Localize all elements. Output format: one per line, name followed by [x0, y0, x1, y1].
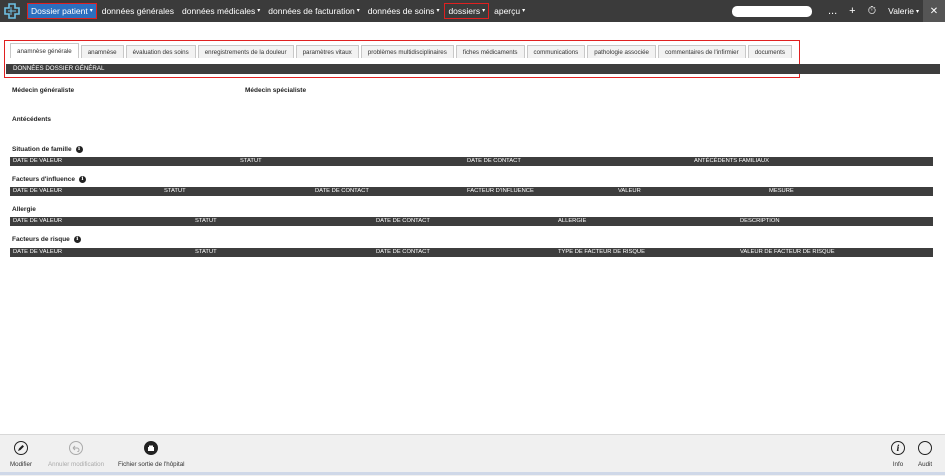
- menu-label: données générales: [101, 6, 175, 16]
- column-header[interactable]: STATUT: [164, 187, 186, 196]
- cancel-modification-button[interactable]: Annuler modification: [48, 441, 104, 468]
- pencil-icon: [14, 441, 28, 455]
- tab-pathologie-associee[interactable]: pathologie associée: [587, 45, 656, 58]
- main-menu: Dossier patient ▾ données générales donn…: [27, 0, 530, 22]
- gp-label: Médecin généraliste: [12, 87, 75, 94]
- close-icon[interactable]: ✕: [923, 0, 945, 22]
- column-header[interactable]: STATUT: [195, 248, 217, 257]
- info-icon: i: [891, 441, 905, 455]
- info-icon[interactable]: i: [75, 146, 83, 153]
- specialist-label: Médecin spécialiste: [245, 87, 307, 94]
- menu-donnees-facturation[interactable]: données de facturation ▾: [265, 3, 363, 19]
- info-button[interactable]: i Info: [891, 441, 905, 468]
- menu-dossiers[interactable]: dossiers ▾: [444, 3, 490, 19]
- tab-commentaires-infirmier[interactable]: commentaires de l'infirmier: [657, 45, 746, 58]
- allergy-table-header: DATE DE VALEUR STATUT DATE DE CONTACT AL…: [10, 217, 933, 226]
- heading-text: Situation de famille: [12, 146, 72, 153]
- menu-label: données de soins: [367, 6, 435, 16]
- column-header[interactable]: DESCRIPTION: [740, 217, 780, 226]
- menu-dossier-patient[interactable]: Dossier patient ▾: [27, 3, 97, 19]
- tab-anamnese[interactable]: anamnèse: [80, 45, 124, 58]
- chevron-down-icon: ▾: [89, 8, 93, 14]
- risk-factors-heading: Facteurs de risque i: [12, 236, 81, 243]
- column-header[interactable]: DATE DE CONTACT: [467, 157, 521, 166]
- info-icon[interactable]: i: [73, 236, 81, 243]
- column-header[interactable]: DATE DE CONTACT: [315, 187, 369, 196]
- chevron-down-icon: ▾: [436, 8, 440, 14]
- menu-apercu[interactable]: aperçu ▾: [491, 3, 528, 19]
- column-header[interactable]: DATE DE VALEUR: [13, 187, 62, 196]
- family-situation-heading: Situation de famille i: [12, 146, 83, 153]
- column-header[interactable]: TYPE DE FACTEUR DE RISQUE: [558, 248, 645, 257]
- column-header[interactable]: DATE DE CONTACT: [376, 217, 430, 226]
- modify-button[interactable]: Modifier: [10, 441, 32, 468]
- user-name: Valerie: [888, 6, 914, 16]
- add-icon[interactable]: +: [849, 5, 855, 17]
- timer-icon[interactable]: ⏱: [868, 5, 877, 18]
- tab-problemes-multidisciplinaires[interactable]: problèmes multidisciplinaires: [360, 45, 454, 58]
- heading-text: Facteurs de risque: [12, 236, 70, 243]
- tab-strip: anamnèse générale anamnèse évaluation de…: [10, 43, 794, 58]
- menu-label: données médicales: [182, 6, 256, 16]
- audit-circle-icon: [918, 441, 933, 455]
- tab-enregistrements-douleur[interactable]: enregistrements de la douleur: [197, 45, 294, 58]
- top-navigation-bar: Dossier patient ▾ données générales donn…: [0, 0, 945, 22]
- discharge-label: Fichier sortie de l'hôpital: [118, 461, 185, 468]
- redacted-patient-name: [732, 6, 812, 17]
- cancel-label: Annuler modification: [48, 461, 105, 468]
- menu-label: aperçu: [494, 6, 521, 16]
- risk-table-header: DATE DE VALEUR STATUT DATE DE CONTACT TY…: [10, 248, 933, 257]
- allergy-heading: Allergie: [12, 206, 36, 213]
- column-header[interactable]: MESURE: [769, 187, 794, 196]
- influence-factors-heading: Facteurs d'influence i: [12, 176, 86, 183]
- chevron-down-icon: ▾: [915, 8, 919, 15]
- user-menu[interactable]: Valerie ▾: [888, 6, 919, 16]
- chevron-down-icon: ▾: [257, 8, 261, 14]
- menu-label: Dossier patient: [31, 6, 88, 16]
- heading-text: Allergie: [12, 206, 36, 213]
- column-header[interactable]: DATE DE CONTACT: [376, 248, 430, 257]
- influence-table-header: DATE DE VALEUR STATUT DATE DE CONTACT FA…: [10, 187, 933, 196]
- column-header[interactable]: FACTEUR D'INFLUENCE: [467, 187, 534, 196]
- column-header[interactable]: ALLERGIE: [558, 217, 586, 226]
- column-header[interactable]: DATE DE VALEUR: [13, 157, 62, 166]
- top-right-tools: ... + ⏱ Valerie ▾ ✕: [822, 0, 945, 22]
- modify-label: Modifier: [10, 461, 33, 468]
- menu-label: données de facturation: [268, 6, 355, 16]
- antecedents-label: Antécédents: [12, 116, 52, 123]
- tab-fiches-medicaments[interactable]: fiches médicaments: [455, 45, 525, 58]
- column-header[interactable]: VALEUR: [618, 187, 641, 196]
- audit-label: Audit: [918, 461, 933, 468]
- menu-donnees-medicales[interactable]: données médicales ▾: [179, 3, 263, 19]
- chevron-down-icon: ▾: [356, 8, 360, 14]
- section-title-bar: DONNÉES DOSSIER GÉNÉRAL: [6, 64, 940, 74]
- hospital-discharge-icon: [144, 441, 159, 455]
- chevron-down-icon: ▾: [522, 8, 526, 14]
- bottom-toolbar: Modifier Annuler modification Fichier so…: [0, 434, 945, 476]
- column-header[interactable]: STATUT: [240, 157, 262, 166]
- info-icon[interactable]: i: [78, 176, 86, 183]
- column-header[interactable]: VALEUR DE FACTEUR DE RISQUE: [740, 248, 835, 257]
- discharge-file-button[interactable]: Fichier sortie de l'hôpital: [118, 441, 185, 468]
- app-logo-icon[interactable]: [3, 2, 21, 20]
- audit-button[interactable]: Audit: [918, 441, 932, 468]
- menu-donnees-soins[interactable]: données de soins ▾: [365, 3, 443, 19]
- heading-text: Facteurs d'influence: [12, 176, 75, 183]
- tab-parametres-vitaux[interactable]: paramètres vitaux: [295, 45, 359, 58]
- more-options-icon[interactable]: ...: [828, 5, 837, 17]
- tab-anamnese-generale[interactable]: anamnèse générale: [10, 43, 79, 58]
- column-header[interactable]: STATUT: [195, 217, 217, 226]
- column-header[interactable]: ANTÉCÉDENTS FAMILIAUX: [694, 157, 769, 166]
- tab-evaluation-soins[interactable]: évaluation des soins: [125, 45, 196, 58]
- column-header[interactable]: DATE DE VALEUR: [13, 217, 62, 226]
- tab-communications[interactable]: communications: [526, 45, 586, 58]
- info-label: Info: [892, 461, 904, 468]
- family-table-header: DATE DE VALEUR STATUT DATE DE CONTACT AN…: [10, 157, 933, 166]
- chevron-down-icon: ▾: [482, 8, 486, 14]
- tab-documents[interactable]: documents: [747, 45, 792, 58]
- menu-donnees-generales[interactable]: données générales: [99, 3, 177, 19]
- menu-label: dossiers: [448, 6, 481, 16]
- undo-icon: [69, 441, 84, 455]
- column-header[interactable]: DATE DE VALEUR: [13, 248, 62, 257]
